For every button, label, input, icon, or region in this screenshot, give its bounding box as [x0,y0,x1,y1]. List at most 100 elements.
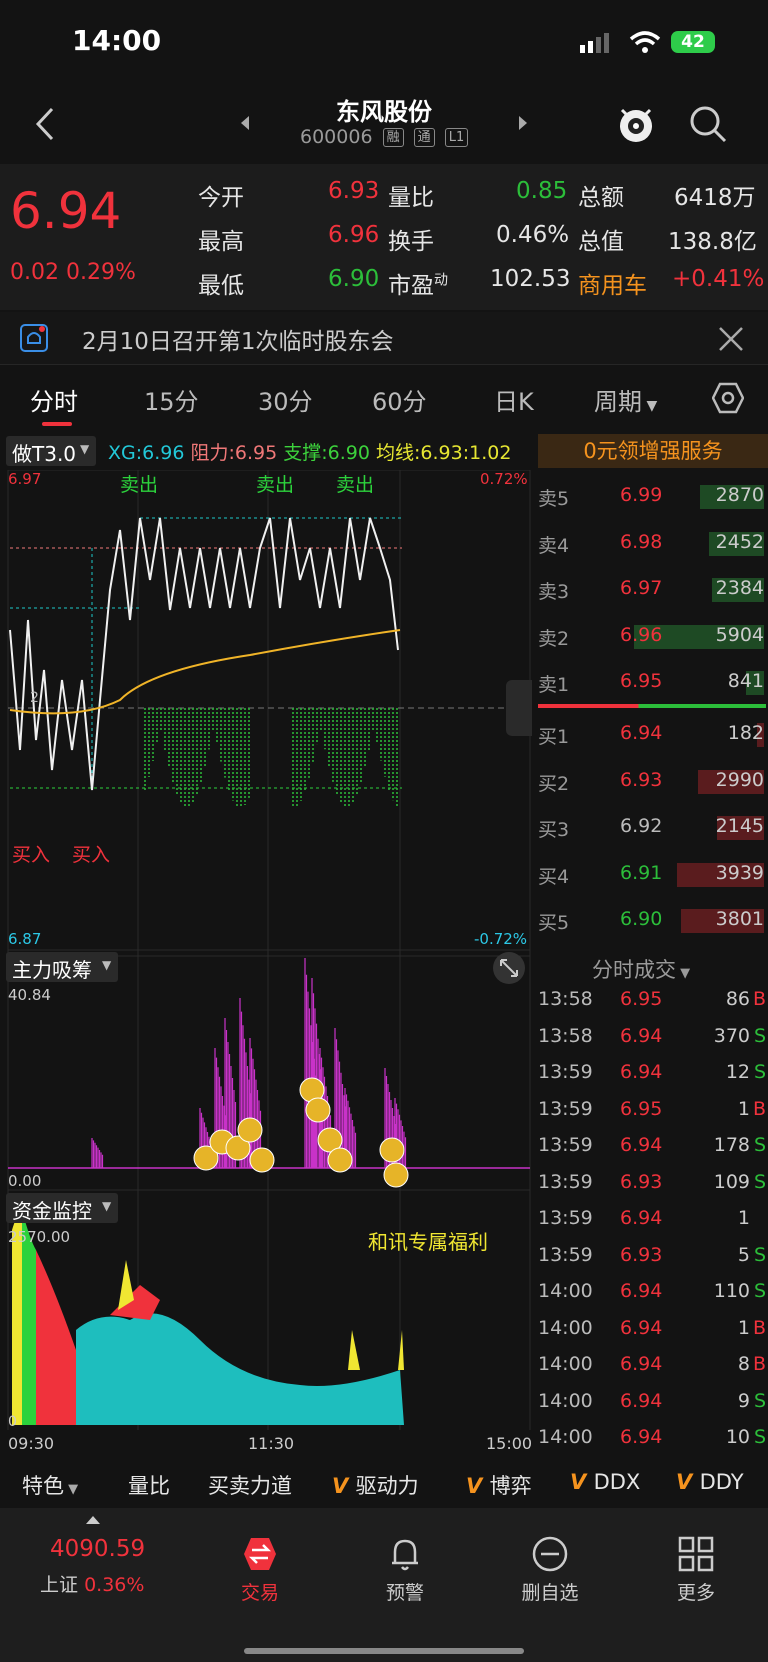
change-pct: 0.29% [65,260,136,285]
tick-vol: 1 [737,1316,750,1339]
order-label: 卖5 [538,488,570,510]
value-turnover: 0.46% [496,222,570,248]
ind-drive[interactable]: V 驱动力 [332,1470,419,1500]
order-vol: 3801 [715,908,764,930]
ind-special[interactable]: 特色 ▼ [22,1470,78,1500]
sector-name[interactable]: 商用车 [578,266,647,300]
ind-ddy[interactable]: V DDY [676,1470,744,1494]
promo-banner[interactable]: 0元领增强服务 [538,434,768,468]
ind-ddx[interactable]: V DDX [570,1470,640,1494]
bid-row[interactable]: 买5 6.90 3801 [536,906,768,936]
tick-vol: 370 [713,1024,750,1047]
avg-price-line [9,629,401,715]
tick-row: 13:59 6.94 12 S [536,1061,768,1091]
order-price: 6.96 [620,623,663,646]
tick-dir: B [752,1097,766,1120]
tick-price: 6.94 [620,1024,663,1047]
panel2-selector[interactable]: 主力吸筹 ▼ [6,952,118,982]
tick-row: 13:59 6.94 178 S [536,1134,768,1164]
tick-time: 13:59 [538,1134,593,1156]
tick-vol: 12 [725,1061,750,1083]
tab-remove-watchlist[interactable]: 删自选 [490,1526,610,1606]
tab-alert[interactable]: 预警 [345,1526,465,1606]
index-ticker[interactable]: 4090.59 上证 0.36% [0,1508,190,1608]
order-label: 卖2 [538,627,570,650]
top-price-label: 6.97 [8,470,42,488]
order-vol: 3939 [715,861,764,884]
bid-row[interactable]: 买1 6.94 182 [536,720,768,750]
sector-change[interactable]: +0.41% [672,266,764,292]
tab-period[interactable]: 周期 ▼ [594,382,657,417]
tick-row: 13:59 6.94 1 [536,1207,768,1237]
ind-game[interactable]: V 博弈 [466,1470,532,1500]
tag-connect: 通 [413,128,435,147]
ask-row[interactable]: 卖3 6.97 2384 [536,575,768,605]
tab-trade[interactable]: 交易 [200,1526,320,1606]
bottom-pct-label: -0.72% [474,930,528,948]
indicator-selector[interactable]: 做T3.0 ▼ [6,436,96,466]
order-book: 卖5 6.99 2870 卖4 6.98 2452 卖3 6.97 2384 卖2 6.96 5904… [536,470,768,940]
coin-icon [383,1162,409,1188]
tab-more[interactable]: 更多 [636,1526,756,1606]
ind-vol-ratio[interactable]: 量比 [128,1470,170,1500]
close-icon[interactable] [718,326,744,352]
tick-time: 13:59 [538,1243,593,1266]
order-label: 买5 [538,912,570,934]
panel3-selector[interactable]: 资金监控 ▼ [6,1193,118,1223]
sell-signal-3: 卖出 [336,474,375,496]
battery-indicator: 42 [671,31,715,53]
order-vol: 2870 [715,484,764,506]
order-label: 买4 [538,865,570,888]
chart-expand-handle[interactable] [506,680,532,736]
price-change: 0.02 0.29% [10,260,136,285]
stock-title[interactable]: 东风股份 [0,92,768,127]
chevron-down-icon: ▼ [642,398,658,414]
ask-row[interactable]: 卖5 6.99 2870 [536,482,768,512]
tick-time: 13:59 [538,1207,593,1229]
tick-dir: B [752,1316,766,1339]
bell-notice-icon [20,324,48,352]
tab-60min[interactable]: 60分 [372,382,427,417]
tick-dir: S [753,1280,766,1302]
notice-bar[interactable]: 2月10日召开第1次临时股东会 [0,312,768,365]
bid-row[interactable]: 买3 6.92 2145 [536,813,768,843]
tick-price: 6.93 [620,1170,663,1193]
bid-row[interactable]: 买4 6.91 3939 [536,860,768,890]
tab-timeshare[interactable]: 分时 [30,382,78,417]
tick-vol: 86 [725,988,750,1010]
label-high: 最高 [198,229,244,255]
buy-signal-2: 买入 [72,844,111,866]
tick-dir: S [753,1024,766,1047]
tick-row: 13:58 6.94 370 S [536,1025,768,1055]
ask-row[interactable]: 卖4 6.98 2452 [536,529,768,559]
ask-row[interactable]: 卖1 6.95 841 [536,668,768,698]
tick-dir: S [753,1243,766,1266]
ind-buy-sell-force[interactable]: 买卖力道 [208,1470,292,1500]
ticks-header[interactable]: 分时成交 ▼ [592,954,690,984]
order-price: 6.90 [620,908,663,930]
ask-row[interactable]: 卖2 6.96 5904 [536,622,768,652]
order-price: 6.94 [620,722,663,744]
v-badge-icon: V [676,1470,700,1494]
stock-code: 600006 [300,126,373,148]
tab-30min[interactable]: 30分 [258,382,313,417]
tick-price: 6.94 [620,1316,663,1339]
tab-daily-k[interactable]: 日K [494,382,534,417]
tick-dir: B [752,988,766,1010]
tick-dir: S [753,1389,766,1412]
fullscreen-icon[interactable] [492,951,526,985]
tick-time: 13:58 [538,1024,593,1047]
chevron-down-icon: ▼ [102,958,112,972]
settings-hex-icon[interactable] [712,382,744,414]
signal-icon [580,33,609,53]
panel3-min: 0 [8,1414,17,1430]
order-vol: 841 [727,670,764,692]
tick-dir: S [753,1170,766,1193]
indicator-values: XG:6.96 阻力:6.95 支撑:6.90 均线:6.93:1.02 [108,442,512,464]
bid-row[interactable]: 买2 6.93 2990 [536,767,768,797]
price-line [9,517,399,791]
tab-15min[interactable]: 15分 [144,382,199,417]
tick-price: 6.94 [620,1280,663,1302]
tick-vol: 1 [737,1097,750,1120]
panel3-promo[interactable]: 和讯专属福利 [368,1226,488,1255]
